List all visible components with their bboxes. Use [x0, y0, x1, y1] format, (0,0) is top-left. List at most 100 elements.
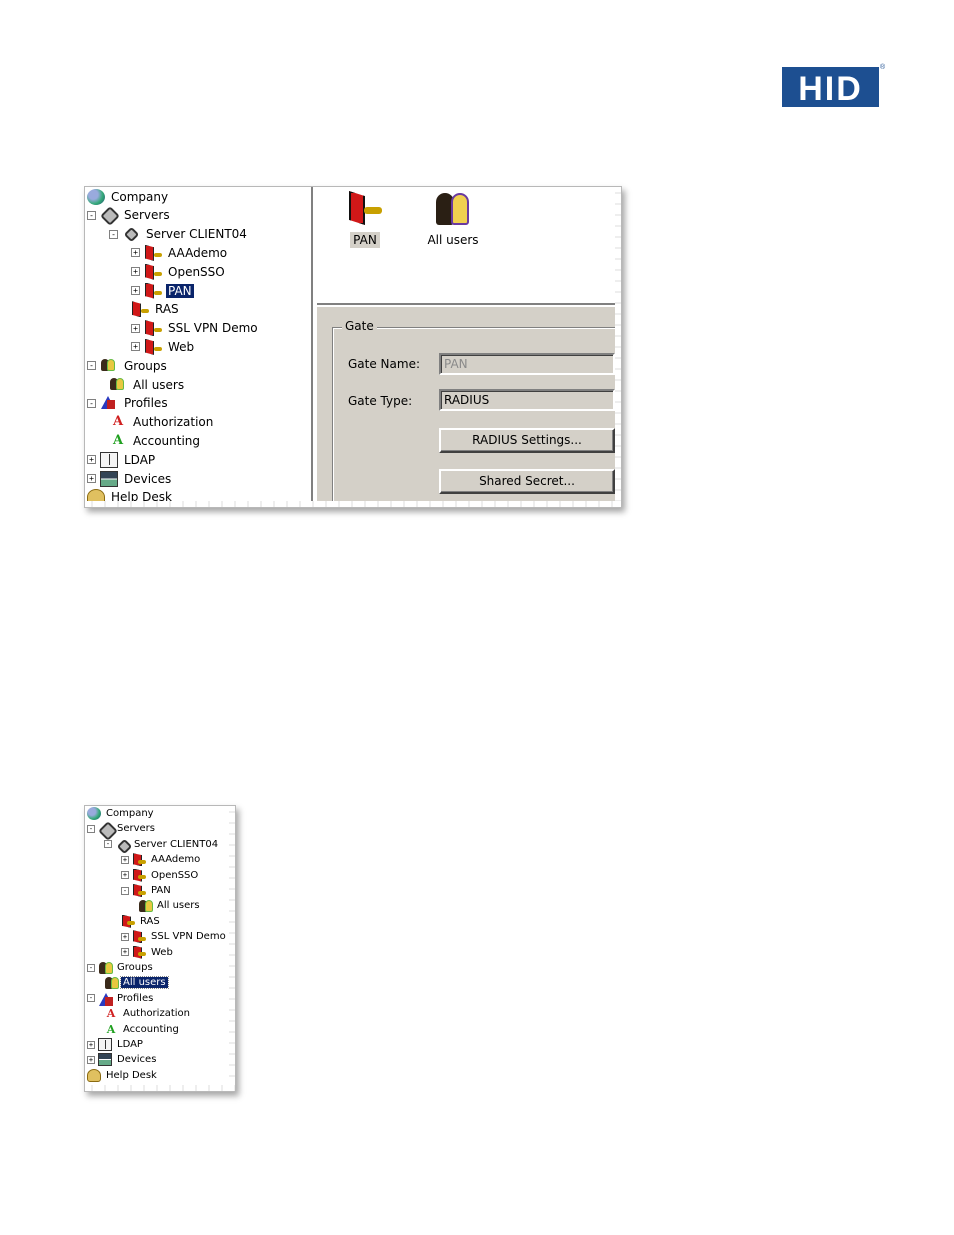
profiles-icon [98, 992, 113, 1006]
gate-icon [144, 245, 162, 261]
collapse-icon[interactable]: - [87, 963, 95, 972]
tree-item-server-client04[interactable]: - Server CLIENT04 [104, 837, 220, 852]
tree-item-label: All users [120, 976, 169, 990]
tree-item-web[interactable]: + Web [121, 945, 175, 960]
tree-item-servers[interactable]: - Servers [87, 821, 157, 836]
collapse-icon[interactable]: - [104, 840, 112, 849]
gate-type-field[interactable]: RADIUS [439, 389, 615, 411]
radius-settings-button[interactable]: RADIUS Settings... [439, 428, 615, 453]
ldap-icon [100, 451, 118, 468]
tree-item-ssl-vpn-demo[interactable]: + SSL VPN Demo [131, 319, 260, 337]
tree-item-aaademo[interactable]: + AAAdemo [121, 852, 202, 867]
expand-icon[interactable]: + [87, 1040, 95, 1049]
gate-name-field[interactable]: PAN [439, 353, 615, 375]
tree-item-accounting[interactable]: A Accounting [104, 1022, 181, 1037]
tree-item-devices[interactable]: + Devices [87, 469, 173, 487]
tree-item-label: Authorization [133, 415, 214, 430]
collapse-icon[interactable]: - [87, 210, 96, 220]
gate-groupbox: Gate Gate Name: PAN Gate Type: RADIUS RA… [332, 319, 621, 507]
tree-item-ras[interactable]: RAS [131, 300, 181, 318]
tree-item-profiles[interactable]: - Profiles [87, 991, 155, 1006]
list-item-pan[interactable]: PAN [345, 191, 385, 248]
tree-item-label: SSL VPN Demo [168, 321, 258, 336]
expand-icon[interactable]: + [121, 871, 129, 880]
expand-icon[interactable]: + [121, 948, 129, 957]
expand-icon[interactable]: + [131, 342, 140, 352]
tree-item-groups[interactable]: - Groups [87, 356, 169, 374]
authorization-icon: A [106, 1007, 116, 1021]
tree-item-label: All users [157, 900, 200, 912]
users-icon [109, 377, 127, 393]
tree-item-label: Servers [117, 823, 156, 835]
tree-item-all-users[interactable]: All users [109, 375, 186, 393]
server-icon [122, 226, 140, 242]
tree-item-label: AAAdemo [168, 245, 228, 260]
tree-item-help-desk[interactable]: Help Desk [87, 1068, 159, 1083]
expand-icon[interactable]: + [131, 248, 140, 258]
expand-icon[interactable]: + [121, 932, 129, 941]
expand-icon[interactable]: + [121, 855, 129, 864]
gate-icon [144, 339, 162, 355]
devices-icon [98, 1053, 112, 1067]
tree-item-all-users[interactable]: All users [138, 898, 202, 913]
expand-icon[interactable]: + [131, 323, 140, 333]
tree-item-pan[interactable]: + PAN [131, 281, 194, 299]
tree-item-accounting[interactable]: A Accounting [109, 431, 202, 449]
tree-item-label: Web [168, 339, 195, 354]
server-icon [115, 838, 129, 851]
tree-item-ras[interactable]: RAS [121, 914, 162, 929]
list-view: PAN All users [317, 187, 621, 305]
tree-item-web[interactable]: + Web [131, 337, 196, 355]
expand-icon[interactable]: + [87, 455, 96, 465]
tree-item-opensso[interactable]: + OpenSSO [121, 868, 200, 883]
tree-item-label: Server CLIENT04 [146, 227, 247, 242]
collapse-icon[interactable]: - [121, 886, 129, 895]
tree-item-aaademo[interactable]: + AAAdemo [131, 243, 229, 261]
tree-item-label: OpenSSO [168, 264, 225, 279]
tree-item-label: Accounting [133, 433, 201, 448]
torn-edge [85, 1085, 235, 1091]
list-item-all-users[interactable]: All users [421, 191, 485, 247]
tree-item-server-client04[interactable]: - Server CLIENT04 [109, 225, 249, 243]
servers-icon [100, 207, 118, 223]
tree-item-label: Profiles [117, 992, 154, 1004]
users-icon [435, 191, 471, 227]
tree-item-ssl-vpn-demo[interactable]: + SSL VPN Demo [121, 929, 228, 944]
tree-item-servers[interactable]: - Servers [87, 206, 172, 224]
tree-item-ldap[interactable]: + LDAP [87, 450, 157, 468]
collapse-icon[interactable]: - [87, 824, 95, 833]
collapse-icon[interactable]: - [87, 994, 95, 1003]
users-icon [98, 961, 113, 974]
expand-icon[interactable]: + [87, 1055, 95, 1064]
tree-item-all-users[interactable]: All users [104, 975, 169, 990]
gate-properties-panel: Gate Gate Name: PAN Gate Type: RADIUS RA… [317, 305, 621, 507]
tree-item-company[interactable]: Company [87, 187, 170, 205]
gate-icon [144, 264, 162, 280]
screenshot-gate-properties: Company - Servers - Server CLIENT04 + AAAdemo +… [84, 186, 622, 508]
tree-item-label: Web [151, 946, 173, 958]
tree-item-authorization[interactable]: A Authorization [104, 1006, 192, 1021]
tree-item-pan[interactable]: - PAN [121, 883, 173, 898]
tree-item-label: RAS [155, 302, 179, 317]
expand-icon[interactable]: + [131, 286, 140, 295]
tree-item-opensso[interactable]: + OpenSSO [131, 262, 227, 280]
globe-icon [87, 807, 101, 820]
tree-item-profiles[interactable]: - Profiles [87, 394, 170, 412]
tree-item-company[interactable]: Company [87, 806, 156, 821]
tree-item-label: AAAdemo [151, 854, 201, 866]
servers-icon [98, 822, 112, 835]
tree-item-devices[interactable]: + Devices [87, 1052, 158, 1067]
tree-item-label: Authorization [123, 1008, 190, 1020]
collapse-icon[interactable]: - [87, 398, 96, 408]
collapse-icon[interactable]: - [87, 361, 96, 371]
expand-icon[interactable]: + [131, 267, 140, 277]
tree-item-authorization[interactable]: A Authorization [109, 413, 215, 431]
list-item-label: All users [427, 233, 479, 247]
gate-icon [132, 869, 146, 882]
tree-item-label: Groups [117, 962, 153, 973]
tree-item-ldap[interactable]: + LDAP [87, 1037, 145, 1052]
expand-icon[interactable]: + [87, 474, 96, 483]
tree-item-groups[interactable]: - Groups [87, 960, 155, 975]
collapse-icon[interactable]: - [109, 229, 118, 239]
shared-secret-button[interactable]: Shared Secret... [439, 469, 615, 494]
